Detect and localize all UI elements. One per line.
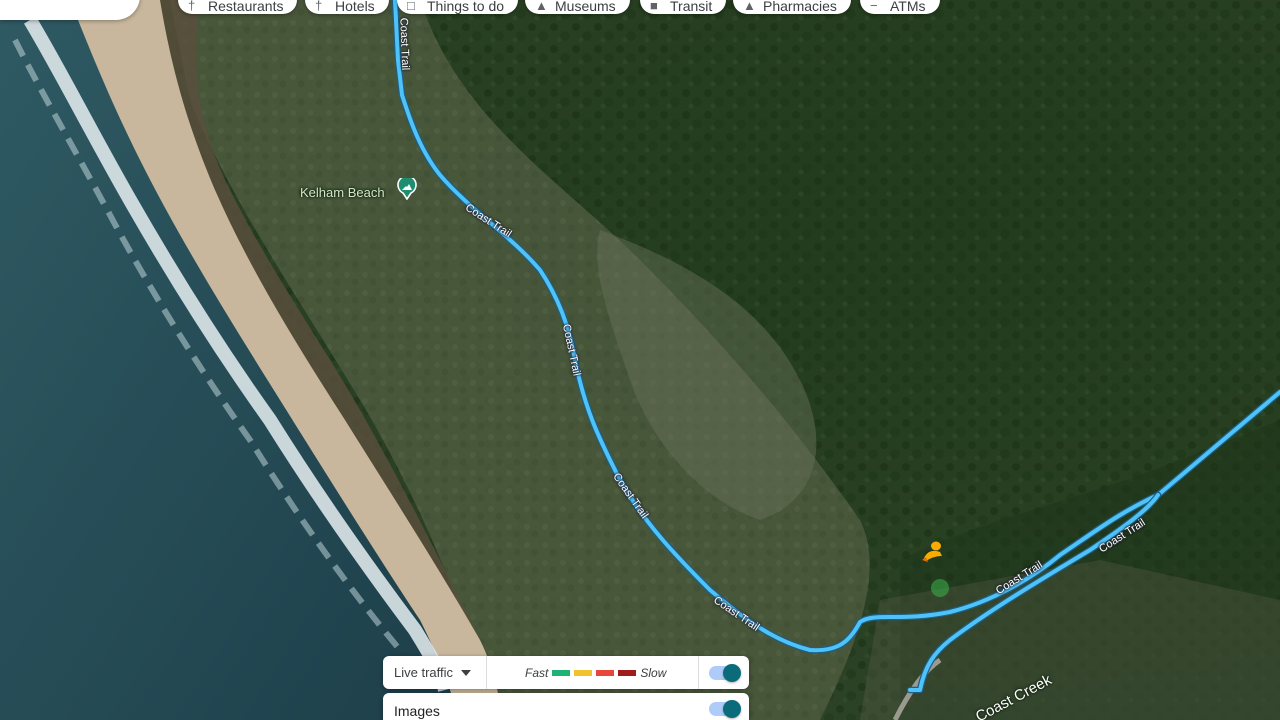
- divider: [698, 656, 699, 689]
- chip-restaurants[interactable]: † Restaurants: [178, 0, 298, 14]
- pharmacy-icon: ▲: [743, 0, 756, 13]
- fork-knife-icon: †: [188, 0, 196, 13]
- traffic-legend: Fast Slow: [525, 656, 666, 689]
- location-dot: [931, 579, 949, 597]
- search-box[interactable]: [0, 0, 140, 20]
- live-traffic-dropdown[interactable]: Live traffic: [383, 656, 487, 689]
- chip-transit[interactable]: ■ Transit: [640, 0, 727, 14]
- museum-icon: ▲: [535, 0, 548, 13]
- bed-icon: †: [315, 0, 323, 13]
- images-panel: Images: [383, 693, 749, 720]
- chip-pharmacies[interactable]: ▲ Pharmacies: [733, 0, 851, 14]
- chip-atms[interactable]: − ATMs: [860, 0, 940, 14]
- toggle-knob: [723, 664, 741, 682]
- atm-icon: −: [870, 0, 878, 13]
- legend-swatch-moderate: [574, 669, 593, 676]
- toggle-knob: [723, 700, 741, 718]
- chip-museums[interactable]: ▲ Museums: [525, 0, 630, 14]
- images-label: Images: [394, 703, 440, 719]
- images-toggle[interactable]: [709, 700, 741, 718]
- beach-icon[interactable]: [396, 178, 418, 200]
- trail-label: Coast Trail: [397, 17, 412, 71]
- live-traffic-panel: Live traffic Fast Slow: [383, 656, 749, 689]
- legend-swatch-slow: [596, 669, 615, 676]
- legend-swatch-very-slow: [618, 669, 637, 676]
- camera-icon: □: [407, 0, 415, 13]
- legend-fast-label: Fast: [525, 665, 549, 680]
- legend-slow-label: Slow: [640, 665, 667, 680]
- poi-label-kelham-beach[interactable]: Kelham Beach: [300, 185, 385, 200]
- satellite-map[interactable]: [0, 0, 1280, 720]
- chip-things-to-do[interactable]: □ Things to do: [397, 0, 519, 14]
- chip-hotels[interactable]: † Hotels: [305, 0, 389, 14]
- train-icon: ■: [650, 0, 658, 13]
- pegman-icon[interactable]: [920, 540, 946, 564]
- chevron-down-icon: [461, 669, 472, 676]
- live-traffic-toggle[interactable]: [709, 664, 741, 682]
- legend-swatch-fast: [552, 669, 571, 676]
